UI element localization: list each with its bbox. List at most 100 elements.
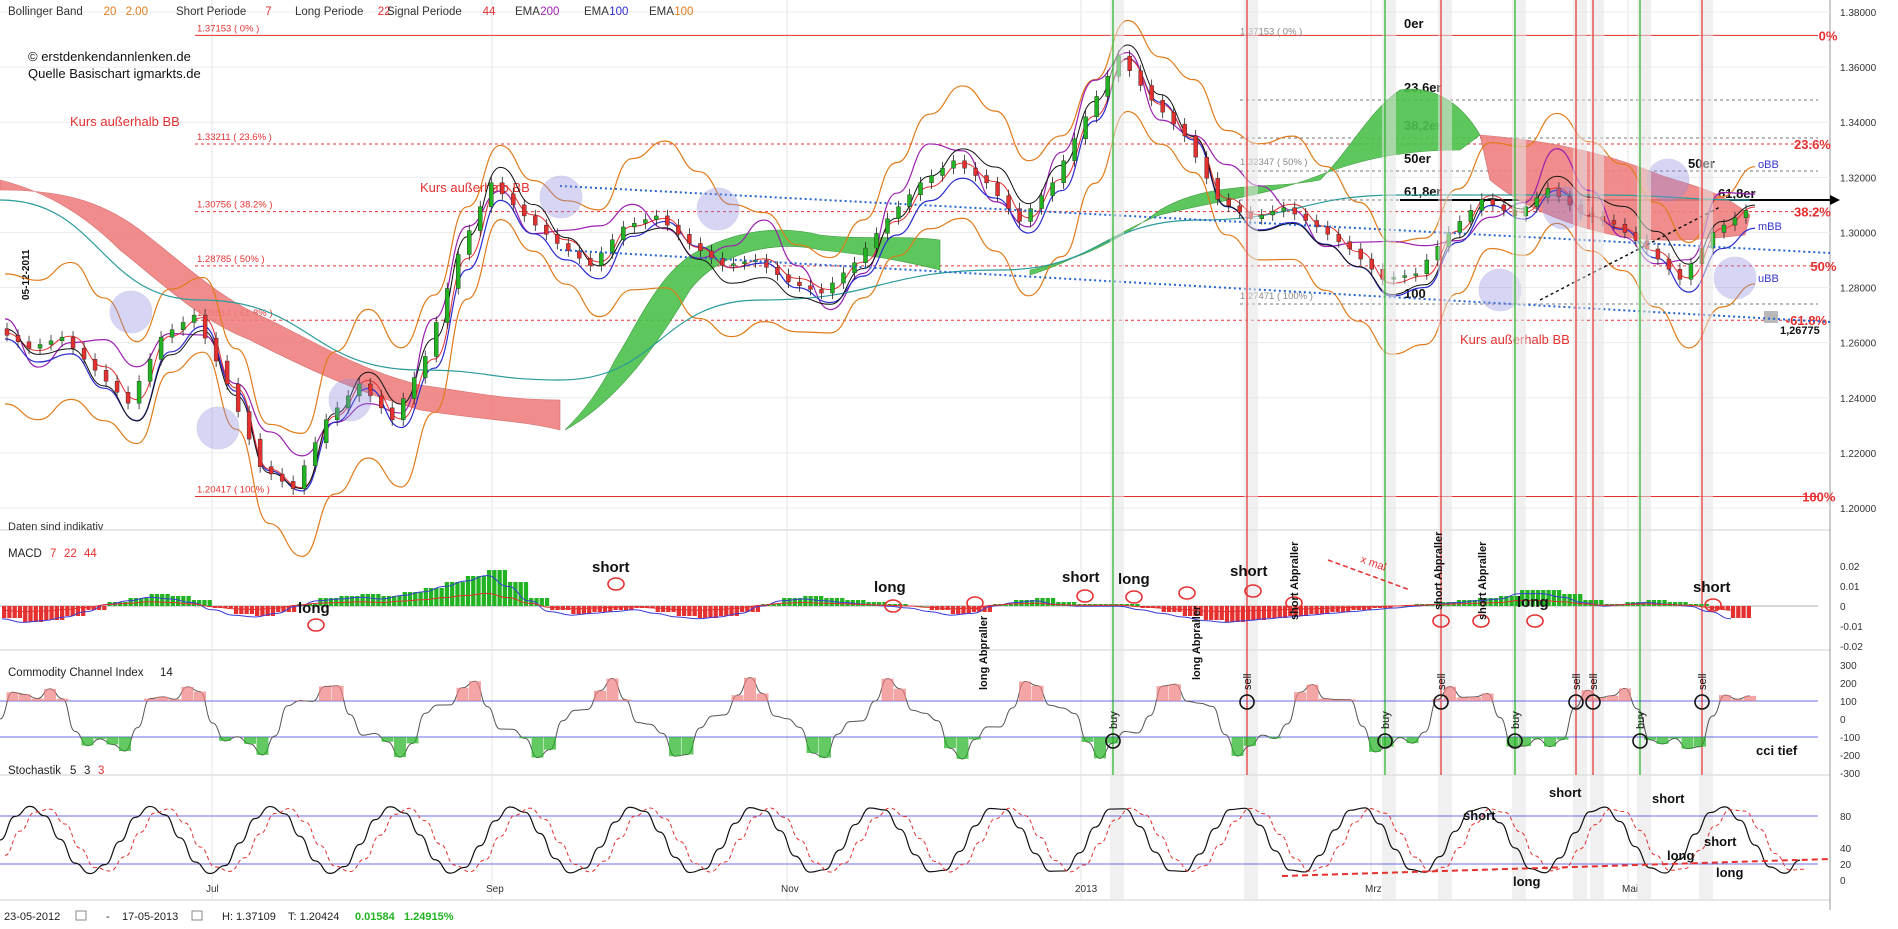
macd-histogram-bar: [1235, 606, 1240, 622]
cci-oversold-fill: [1269, 737, 1281, 739]
legend-label: Bollinger Band: [8, 6, 83, 18]
cci-oversold-fill: [119, 737, 131, 751]
macd-histogram-bar: [787, 598, 792, 606]
macd-histogram-bar: [165, 594, 170, 606]
cci-oversold-fill: [1244, 737, 1256, 746]
cci-oversold-fill: [806, 737, 819, 754]
macd-histogram-bar: [228, 606, 233, 608]
macd-histogram-bar: [497, 570, 502, 606]
cci-overbought-fill: [1344, 699, 1356, 701]
candle-body: [4, 328, 10, 336]
cci-oversold-fill: [1231, 737, 1244, 756]
cci-overbought-fill: [1306, 684, 1319, 701]
macd-y-tick: 0.01: [1840, 582, 1860, 593]
x-tick-label: Mrz: [1365, 884, 1382, 895]
macd-histogram-bar: [697, 606, 703, 618]
stoch-param: 5: [70, 765, 76, 777]
candle-body: [456, 254, 461, 289]
footer-low: T: 1.20424: [288, 911, 339, 923]
cci-overbought-fill: [619, 699, 631, 701]
cci-overbought-fill: [1031, 685, 1044, 701]
macd-y-tick: 0.02: [1840, 562, 1860, 573]
macd-histogram-bar: [718, 606, 724, 616]
candle-body: [169, 329, 175, 338]
candle-body: [511, 193, 516, 206]
fib2-mark: 61,8er: [1404, 184, 1442, 199]
macd-histogram-bar: [829, 598, 834, 606]
macd-y-tick: 0: [1840, 602, 1846, 613]
macd-label: short: [1693, 579, 1731, 596]
macd-rotated-label: long Abpraller: [1191, 605, 1203, 680]
signal-band: [1438, 0, 1452, 900]
cci-oversold-fill: [219, 737, 231, 741]
macd-histogram-bar: [1019, 600, 1024, 606]
macd-histogram-bar: [1161, 606, 1166, 612]
cci-oversold-fill: [1681, 737, 1694, 749]
macd-histogram-bar: [492, 570, 497, 606]
cci-overbought-fill: [1719, 695, 1731, 701]
macd-y-tick: -0.01: [1840, 622, 1863, 633]
candle-body: [610, 239, 615, 253]
macd-histogram-bar: [170, 596, 175, 606]
macd-histogram-bar: [1699, 604, 1704, 606]
macd-histogram-bar: [339, 596, 344, 606]
candle-body: [819, 289, 824, 294]
macd-label: long: [874, 579, 906, 596]
footer-change: 0.01584: [355, 911, 396, 923]
highlight-circle: [109, 290, 153, 334]
signal-band: [1110, 0, 1124, 900]
fib-level-label: 1.20417 ( 100% ): [197, 485, 270, 496]
candle-body: [158, 336, 164, 360]
macd-rotated-label: long Abpraller: [978, 615, 990, 690]
macd-histogram-bar: [502, 570, 508, 606]
candle-body: [863, 247, 868, 263]
cci-note: cci tief: [1756, 743, 1798, 758]
legend-value: 20: [104, 6, 117, 18]
candle-body: [1743, 210, 1749, 218]
macd-histogram-bar: [613, 606, 618, 610]
candle-body: [929, 175, 934, 184]
candle-body: [279, 473, 285, 482]
macd-histogram-bar: [376, 594, 381, 606]
cci-oversold-fill: [1406, 737, 1419, 744]
macd-histogram-bar: [739, 606, 745, 612]
cci-overbought-fill: [294, 700, 306, 701]
fib-right-label: 38.2%: [1794, 205, 1831, 220]
candle-body: [1424, 259, 1430, 274]
cci-y-tick: -100: [1840, 733, 1860, 744]
candle-body: [434, 322, 439, 357]
disclaimer-text: Daten sind indikativ: [8, 521, 104, 533]
x-tick-label: Mai: [1622, 884, 1638, 895]
macd-histogram-bar: [1245, 606, 1251, 620]
macd-histogram-bar: [413, 592, 418, 606]
candle-body: [962, 160, 967, 169]
candle-body: [1732, 217, 1738, 226]
fib-level-label: 1.28785 ( 50% ): [197, 254, 265, 265]
fib2-mark: 50er: [1404, 151, 1431, 166]
macd-histogram-bar: [571, 606, 576, 614]
cci-y-tick: 100: [1840, 697, 1857, 708]
macd-histogram-bar: [270, 606, 276, 616]
macd-label: short: [1230, 563, 1268, 580]
cci-overbought-fill: [594, 690, 606, 701]
macd-histogram-bar: [1319, 606, 1325, 614]
candle-body: [621, 226, 626, 240]
candle-body: [841, 272, 846, 284]
candle-body: [1226, 199, 1231, 207]
cci-oversold-fill: [531, 737, 544, 758]
macd-histogram-bar: [1330, 606, 1335, 612]
macd-histogram-bar: [186, 596, 191, 606]
macd-histogram-bar: [782, 598, 787, 606]
cci-oversold-fill: [1669, 737, 1681, 739]
candle-body: [544, 224, 549, 235]
y-tick-label: 1.20000: [1840, 504, 1877, 515]
cci-signal-label: buy: [1635, 711, 1647, 729]
annotation-text: Kurs außerhalb BB: [70, 114, 180, 129]
macd-histogram-bar: [154, 594, 160, 606]
stoch-label: short: [1652, 791, 1685, 806]
x-tick-label: Sep: [486, 884, 504, 895]
legend-label: EMA: [649, 6, 674, 18]
cci-oversold-fill: [1531, 737, 1544, 739]
macd-histogram-bar: [1209, 606, 1214, 620]
candle-body: [379, 395, 384, 409]
